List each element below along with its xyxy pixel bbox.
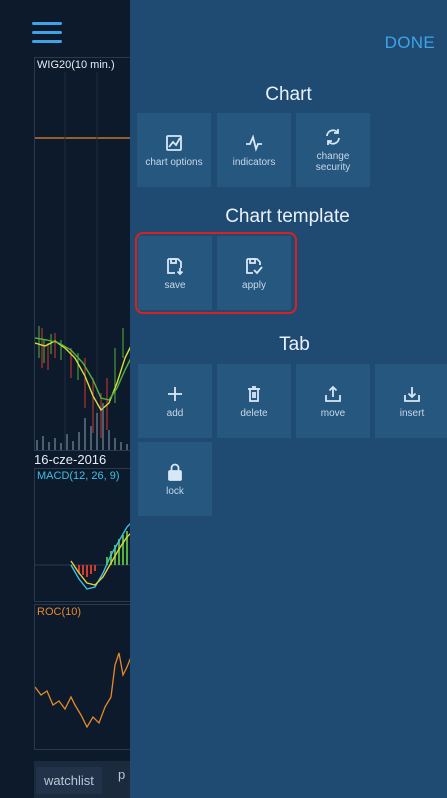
indicators-icon — [246, 133, 262, 152]
move-icon — [325, 385, 341, 402]
change-security-icon — [326, 129, 340, 145]
plus-icon — [168, 386, 182, 401]
indicators-button[interactable]: indicators — [217, 113, 291, 187]
chart-pane: WIG20(10 min.) 16-cze-2016 MACD(12, 26, … — [0, 0, 131, 798]
insert-tab-label: insert — [399, 407, 425, 419]
tab-next-partial[interactable]: p — [118, 767, 130, 797]
macd-chart-graphic — [35, 522, 131, 590]
tab-watchlist[interactable]: watchlist — [36, 767, 102, 794]
add-tab-label: add — [166, 407, 184, 419]
delete-tab-label: delete — [240, 407, 268, 419]
price-chart-graphic — [35, 72, 131, 450]
roc-chart-graphic — [35, 652, 131, 729]
macd-panel[interactable]: MACD(12, 26, 9) — [34, 468, 131, 602]
delete-tab-button[interactable]: delete — [217, 364, 291, 438]
chart-options-button[interactable]: chart options — [137, 113, 211, 187]
section-title-tab: Tab — [279, 334, 310, 355]
change-security-label: change security — [315, 151, 351, 173]
roc-panel[interactable]: ROC(10) — [34, 604, 131, 750]
hamburger-menu-icon[interactable] — [32, 22, 62, 44]
add-tab-button[interactable]: add — [138, 364, 212, 438]
lock-icon — [168, 463, 182, 481]
change-security-button[interactable]: change security — [296, 113, 370, 187]
move-tab-button[interactable]: move — [296, 364, 370, 438]
trash-icon — [248, 385, 260, 402]
template-highlight-outline — [135, 232, 297, 314]
indicators-label: indicators — [232, 156, 276, 168]
section-title-chart-template: Chart template — [225, 206, 350, 227]
app-screen: WIG20(10 min.) 16-cze-2016 MACD(12, 26, … — [0, 0, 447, 798]
chart-options-icon — [166, 134, 182, 151]
insert-tab-button[interactable]: insert — [375, 364, 447, 438]
chart-date-label: 16-cze-2016 — [34, 452, 107, 467]
done-button[interactable]: DONE — [385, 33, 435, 53]
section-title-chart: Chart — [265, 84, 312, 105]
slide-menu: DONE Chart chart options indicators chan… — [130, 0, 447, 798]
move-tab-label: move — [320, 407, 346, 419]
price-chart-panel[interactable]: WIG20(10 min.) — [34, 57, 131, 451]
insert-icon — [404, 386, 420, 402]
chart-options-label: chart options — [145, 156, 203, 168]
lock-tab-button[interactable]: lock — [138, 442, 212, 516]
lock-tab-label: lock — [166, 485, 184, 497]
